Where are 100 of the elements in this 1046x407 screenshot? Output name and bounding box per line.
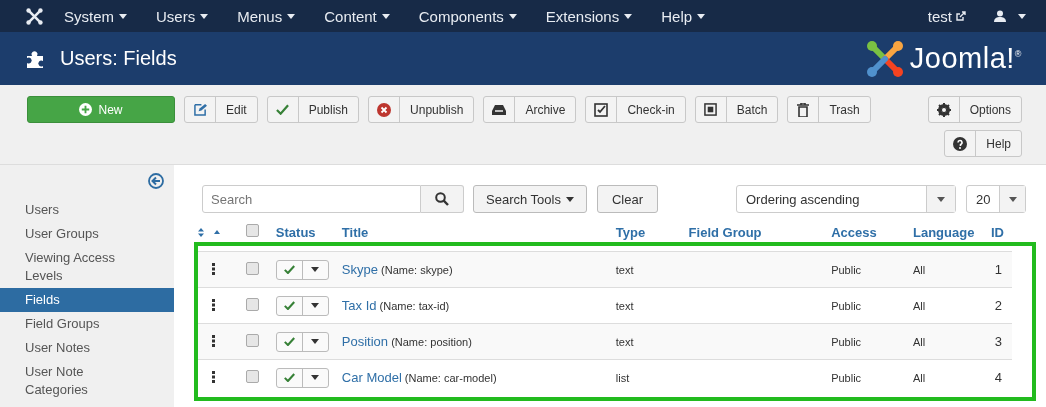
menu-item[interactable]: System xyxy=(56,7,135,25)
logo-icon xyxy=(865,39,904,78)
status-toggle[interactable] xyxy=(275,295,329,316)
checkbox-icon xyxy=(594,102,609,117)
page-title: Users: Fields xyxy=(60,47,178,70)
field-title-link[interactable]: Car Model xyxy=(341,370,402,385)
archive-icon xyxy=(492,104,507,115)
table-cell: Public xyxy=(827,359,909,395)
caret-icon xyxy=(287,13,296,19)
checkbox[interactable] xyxy=(245,298,259,311)
column-header[interactable]: Access xyxy=(827,221,909,252)
sidebar-item[interactable]: Field Groups xyxy=(0,312,174,336)
caret-icon xyxy=(311,375,320,380)
caret-icon xyxy=(1008,196,1017,202)
unpublish-button[interactable]: Unpublish xyxy=(368,96,475,123)
search-tools-button[interactable]: Search Tools xyxy=(473,185,587,213)
field-title: Skype (Name: skype) xyxy=(341,264,453,276)
x-circle-icon xyxy=(377,102,392,117)
sidebar-item[interactable]: User Groups xyxy=(0,222,174,246)
status-toggle[interactable] xyxy=(275,331,329,352)
caret-icon xyxy=(381,13,390,19)
archive-button[interactable]: Archive xyxy=(483,96,577,123)
checkbox[interactable] xyxy=(245,224,259,237)
drag-handle-icon[interactable] xyxy=(212,334,215,347)
batch-button[interactable]: Batch xyxy=(694,96,779,123)
column-header[interactable]: Language xyxy=(909,221,987,252)
menu-item[interactable]: Components xyxy=(410,7,525,25)
column-header[interactable]: Title xyxy=(337,221,612,252)
column-header[interactable]: ID xyxy=(987,221,1012,252)
help-button[interactable]: Help xyxy=(944,130,1022,157)
field-title-link[interactable]: Tax Id xyxy=(341,298,377,313)
edit-icon xyxy=(193,103,207,116)
sidebar-item[interactable]: User Notes xyxy=(0,336,174,360)
menu-item[interactable]: Content xyxy=(316,7,398,25)
field-title: Tax Id (Name: tax-id) xyxy=(341,300,450,312)
checkbox[interactable] xyxy=(245,334,259,347)
checkin-button[interactable]: Check-in xyxy=(585,96,686,123)
drag-handle-icon[interactable] xyxy=(212,298,215,311)
sidebar-item[interactable]: Users xyxy=(0,198,174,222)
field-title-link[interactable]: Skype xyxy=(341,262,378,277)
field-title: Position (Name: position) xyxy=(341,336,472,348)
ordering-select[interactable]: Ordering ascending xyxy=(736,185,956,213)
clear-button[interactable]: Clear xyxy=(596,185,658,213)
status-toggle[interactable] xyxy=(275,259,329,280)
column-header[interactable]: Type xyxy=(611,221,685,252)
checkbox[interactable] xyxy=(245,262,259,275)
table-cell: text xyxy=(611,251,685,288)
table-cell: 1 xyxy=(987,251,1012,288)
drag-handle-icon[interactable] xyxy=(212,370,215,383)
caret-icon xyxy=(565,196,574,202)
table-cell: Public xyxy=(827,323,909,360)
limit-select[interactable]: 20 xyxy=(966,185,1026,213)
column-header[interactable]: Status xyxy=(271,221,338,252)
caret-icon xyxy=(119,13,127,19)
column-header[interactable]: Field Group xyxy=(684,221,828,252)
help-icon xyxy=(953,136,968,151)
collapse-arrow-icon[interactable] xyxy=(148,173,164,189)
site-link[interactable]: test xyxy=(917,7,976,25)
caret-icon xyxy=(937,196,945,202)
check-icon xyxy=(283,301,295,310)
caret-icon xyxy=(311,303,320,308)
sort-icon[interactable] xyxy=(198,227,220,237)
logo-text: Joomla!$^{®}$ xyxy=(909,42,1022,75)
field-title-link[interactable]: Position xyxy=(341,334,389,349)
menu-item[interactable]: Help xyxy=(653,7,714,25)
menu-item[interactable]: Extensions xyxy=(537,7,641,25)
search-icon xyxy=(435,192,449,206)
table-cell: text xyxy=(611,323,685,360)
sidebar-item[interactable]: Fields xyxy=(0,288,174,312)
table-cell: All xyxy=(909,251,987,288)
sidebar-item[interactable]: User Note Categories xyxy=(0,360,174,402)
menu-item[interactable]: Users xyxy=(148,7,217,25)
caret-icon xyxy=(697,13,706,19)
external-link-icon xyxy=(956,11,966,21)
gear-icon xyxy=(936,102,951,117)
check-icon xyxy=(283,337,295,346)
trash-icon xyxy=(797,102,810,117)
menu-item[interactable]: Menus xyxy=(229,7,304,25)
trash-button[interactable]: Trash xyxy=(787,96,871,123)
table-cell: All xyxy=(909,323,987,360)
edit-button[interactable]: Edit xyxy=(184,96,258,123)
plus-circle-icon xyxy=(79,103,93,116)
check-icon xyxy=(283,265,295,274)
drag-handle-icon[interactable] xyxy=(212,262,215,275)
table-cell: Public xyxy=(827,251,909,288)
status-toggle[interactable] xyxy=(275,367,329,388)
search-field[interactable]: Search xyxy=(202,185,421,213)
caret-icon xyxy=(311,267,320,272)
checkbox[interactable] xyxy=(245,370,259,383)
table-cell: list xyxy=(611,359,685,395)
publish-button[interactable]: Publish xyxy=(266,96,360,123)
puzzle-piece-icon xyxy=(26,48,46,69)
options-button[interactable]: Options xyxy=(927,96,1022,123)
joomla-logo-icon[interactable] xyxy=(26,7,43,25)
user-icon xyxy=(994,10,1006,22)
caret-icon xyxy=(311,339,320,344)
caret-icon xyxy=(200,13,209,19)
search-button[interactable] xyxy=(421,185,464,213)
field-title: Car Model (Name: car-model) xyxy=(341,372,497,384)
sidebar-item[interactable]: Viewing Access Levels xyxy=(0,246,174,288)
